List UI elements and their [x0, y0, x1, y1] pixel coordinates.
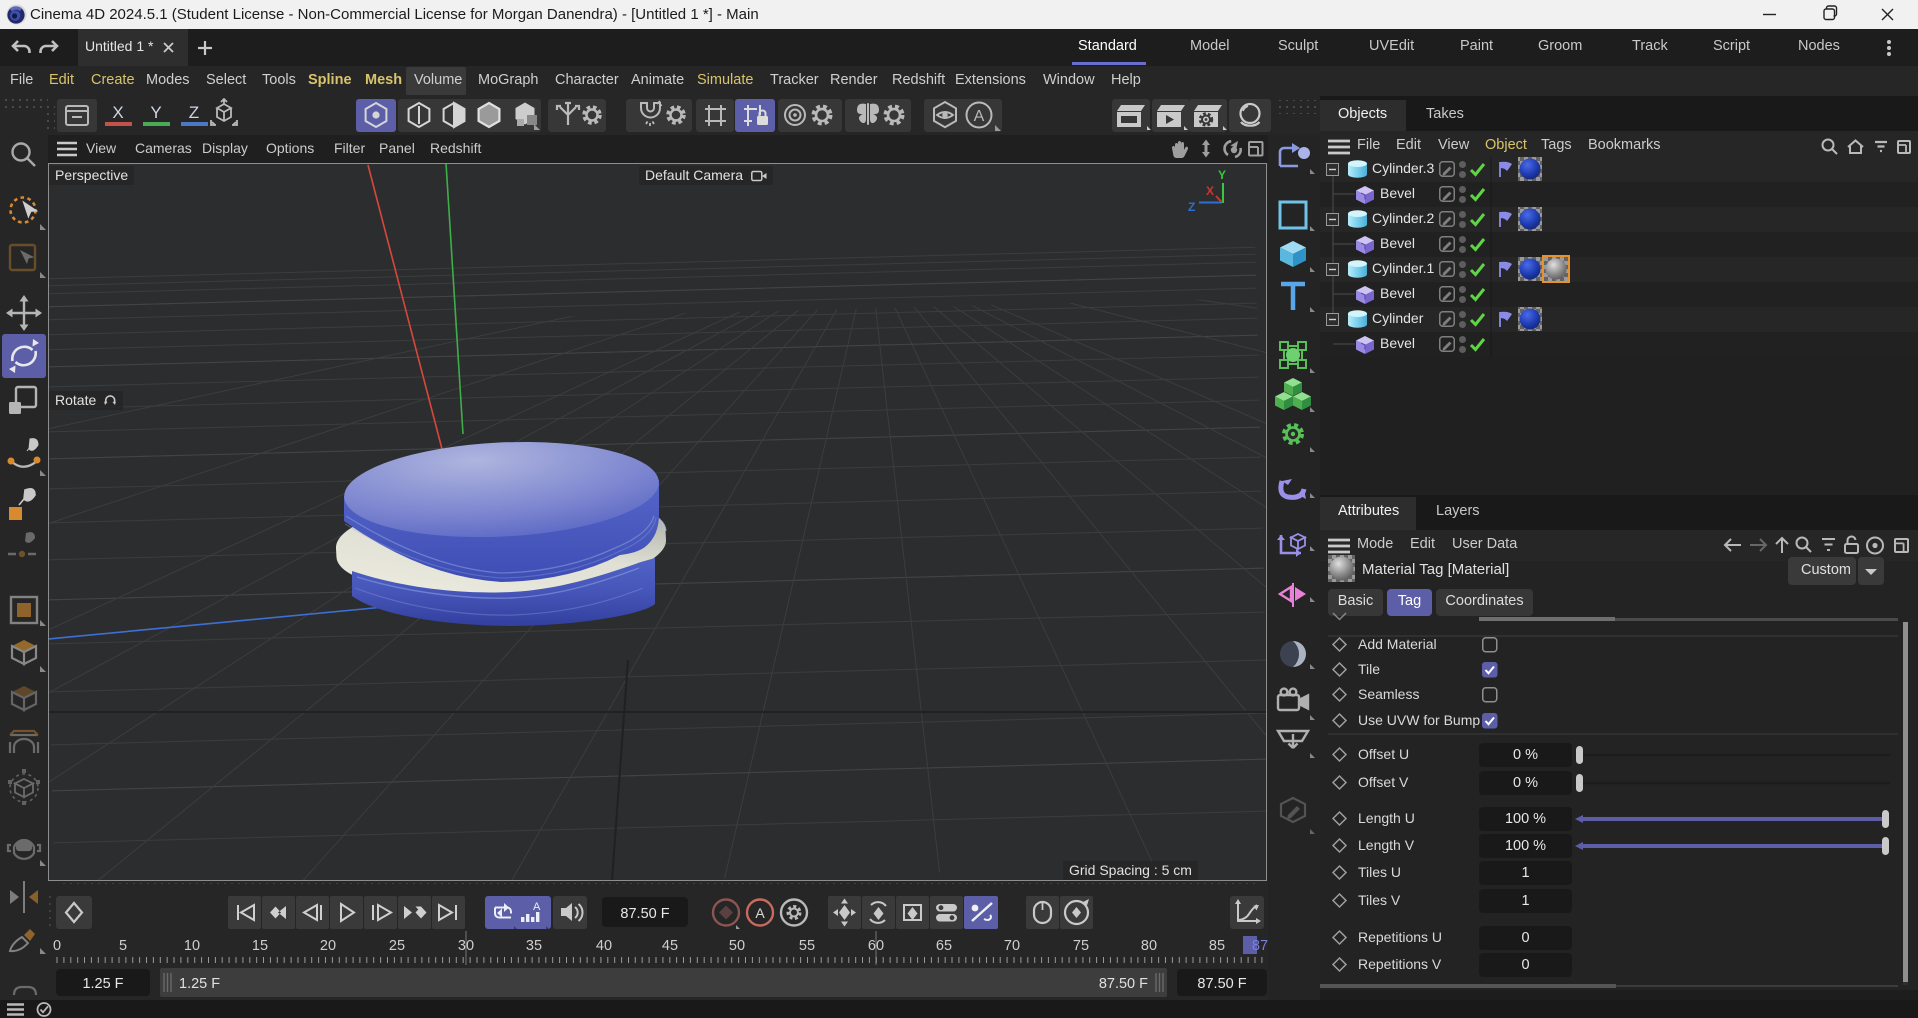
svg-text:87.50 F: 87.50 F	[1197, 976, 1246, 992]
svg-text:A: A	[974, 108, 985, 125]
svg-text:Z: Z	[1188, 200, 1195, 214]
svg-text:A: A	[533, 901, 541, 913]
svg-text:15: 15	[252, 938, 268, 954]
svg-text:35: 35	[526, 938, 542, 954]
svg-text:25: 25	[389, 938, 405, 954]
svg-text:X: X	[1206, 184, 1214, 198]
svg-text:Y: Y	[1218, 168, 1226, 182]
svg-text:0: 0	[53, 938, 61, 954]
svg-text:Y: Y	[150, 103, 161, 122]
svg-text:55: 55	[799, 938, 815, 954]
svg-text:87.50 F: 87.50 F	[1099, 976, 1148, 992]
svg-text:X: X	[112, 103, 123, 122]
svg-text:20: 20	[320, 938, 336, 954]
svg-text:1.25 F: 1.25 F	[179, 976, 220, 992]
svg-text:87.50 F: 87.50 F	[620, 906, 669, 922]
svg-text:75: 75	[1073, 938, 1089, 954]
svg-text:Z: Z	[189, 103, 199, 122]
svg-text:40: 40	[596, 938, 612, 954]
svg-text:5: 5	[119, 938, 127, 954]
svg-text:10: 10	[184, 938, 200, 954]
svg-text:45: 45	[662, 938, 678, 954]
svg-text:87: 87	[1252, 938, 1268, 954]
svg-text:1.25 F: 1.25 F	[82, 976, 123, 992]
svg-text:50: 50	[729, 938, 745, 954]
svg-text:70: 70	[1004, 938, 1020, 954]
svg-text:65: 65	[936, 938, 952, 954]
svg-text:85: 85	[1209, 938, 1225, 954]
svg-text:80: 80	[1141, 938, 1157, 954]
svg-text:A: A	[755, 905, 765, 921]
